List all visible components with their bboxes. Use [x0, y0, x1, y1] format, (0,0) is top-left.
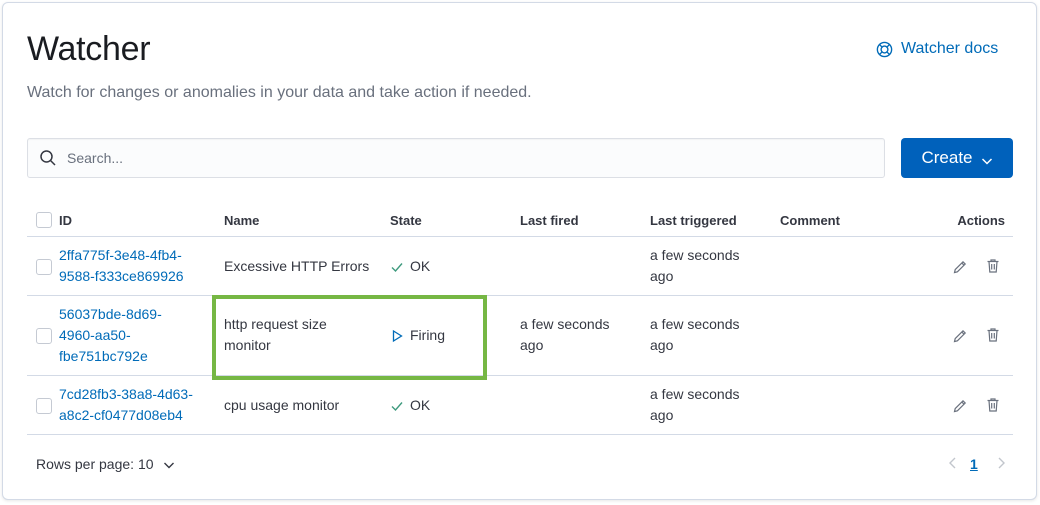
delete-trash-icon[interactable]	[985, 327, 1001, 343]
last-fired: ago	[520, 337, 544, 353]
chevron-down-icon	[163, 458, 175, 470]
rows-per-page-label: Rows per page: 10	[36, 456, 154, 472]
watch-id-link[interactable]: 7cd28fb3-38a8-4d63- a8c2-cf0477d08eb4	[59, 384, 193, 426]
row-checkbox[interactable]	[36, 259, 52, 275]
select-all-checkbox[interactable]	[36, 212, 52, 228]
table-header: ID Name State Last fired Last triggered …	[27, 202, 1013, 237]
pagination-page-1[interactable]: 1	[970, 456, 978, 472]
highlight-annotation-box	[212, 295, 487, 380]
check-icon	[390, 260, 404, 274]
last-fired: a few seconds	[520, 316, 610, 332]
watch-id-text: fbe751bc792e	[59, 348, 148, 364]
help-lifebuoy-icon	[876, 41, 893, 58]
watches-table: ID Name State Last fired Last triggered …	[27, 202, 1013, 435]
page-subtitle: Watch for changes or anomalies in your d…	[27, 84, 532, 101]
table-row: 2ffa775f-3e48-4fb4- 9588-f333ce869926 Ex…	[27, 237, 1013, 296]
watch-id-text: 2ffa775f-3e48-4fb4-	[59, 247, 182, 263]
watch-name: cpu usage monitor	[224, 397, 340, 413]
watch-state: OK	[390, 256, 430, 277]
chevron-down-icon	[981, 152, 993, 165]
search-input[interactable]	[67, 139, 847, 177]
watch-state-label: OK	[410, 258, 431, 274]
row-checkbox[interactable]	[36, 328, 52, 344]
edit-pencil-icon[interactable]	[952, 328, 968, 344]
edit-pencil-icon[interactable]	[952, 259, 968, 275]
delete-trash-icon[interactable]	[985, 397, 1001, 413]
column-header-id[interactable]: ID	[59, 213, 72, 228]
pagination-previous-icon[interactable]	[946, 456, 960, 470]
watch-id-link[interactable]: 2ffa775f-3e48-4fb4- 9588-f333ce869926	[59, 245, 184, 287]
watch-state: OK	[390, 395, 430, 416]
column-header-comment[interactable]: Comment	[780, 213, 840, 228]
watch-id-text: 7cd28fb3-38a8-4d63-	[59, 386, 193, 402]
watch-id-text: 56037bde-8d69-	[59, 306, 162, 322]
page-title: Watcher	[27, 30, 151, 68]
last-triggered: a few seconds	[650, 316, 740, 332]
search-icon	[39, 149, 57, 167]
create-button[interactable]: Create	[901, 138, 1013, 178]
rows-per-page-selector[interactable]: Rows per page: 10	[36, 456, 175, 472]
column-header-last-triggered[interactable]: Last triggered	[650, 213, 737, 228]
column-header-name[interactable]: Name	[224, 213, 259, 228]
table-row: 7cd28fb3-38a8-4d63- a8c2-cf0477d08eb4 cp…	[27, 376, 1013, 435]
edit-pencil-icon[interactable]	[952, 398, 968, 414]
pagination-next-icon[interactable]	[994, 456, 1008, 470]
last-triggered: a few seconds	[650, 247, 740, 263]
create-button-label: Create	[921, 148, 973, 167]
watcher-docs-link[interactable]: Watcher docs	[876, 40, 998, 58]
last-triggered: a few seconds	[650, 386, 740, 402]
last-triggered: ago	[650, 268, 674, 284]
column-header-last-fired[interactable]: Last fired	[520, 213, 579, 228]
watch-state-label: OK	[410, 397, 431, 413]
last-triggered: ago	[650, 407, 674, 423]
column-header-actions: Actions	[957, 213, 1005, 228]
watch-id-link[interactable]: 56037bde-8d69- 4960-aa50- fbe751bc792e	[59, 304, 162, 367]
watch-id-text: 9588-f333ce869926	[59, 268, 184, 284]
delete-trash-icon[interactable]	[985, 258, 1001, 274]
watch-id-text: 4960-aa50-	[59, 327, 131, 343]
search-field[interactable]	[27, 138, 885, 178]
column-header-state[interactable]: State	[390, 213, 422, 228]
table-row: 56037bde-8d69- 4960-aa50- fbe751bc792e h…	[27, 296, 1013, 376]
last-triggered: ago	[650, 337, 674, 353]
watcher-docs-label: Watcher docs	[901, 40, 999, 57]
watch-name: Excessive HTTP Errors	[224, 258, 370, 274]
row-checkbox[interactable]	[36, 398, 52, 414]
check-icon	[390, 399, 404, 413]
watch-id-text: a8c2-cf0477d08eb4	[59, 407, 183, 423]
